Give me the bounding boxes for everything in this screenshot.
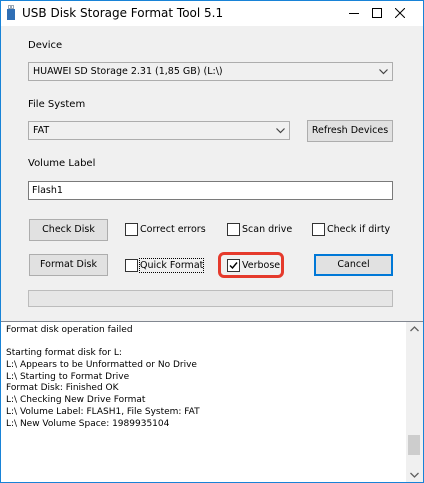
refresh-devices-button[interactable]: Refresh Devices <box>307 120 393 142</box>
log-line: L:\ Volume Label: FLASH1, File System: F… <box>6 406 200 417</box>
chevron-down-icon <box>379 69 388 75</box>
checkbox-box <box>312 223 325 236</box>
volume-label-value: Flash1 <box>32 185 63 196</box>
file-system-select[interactable]: FAT <box>28 121 290 140</box>
window-title: USB Disk Storage Format Tool 5.1 <box>22 6 224 20</box>
scrollbar-thumb[interactable] <box>408 435 420 455</box>
cancel-button[interactable]: Cancel <box>314 254 393 276</box>
close-button[interactable] <box>377 1 423 26</box>
correct-errors-checkbox[interactable]: Correct errors <box>125 223 207 237</box>
log-line: L:\ New Volume Space: 1989935104 <box>6 418 170 429</box>
correct-errors-label: Correct errors <box>140 224 206 235</box>
log-output[interactable]: Format disk operation failed Starting for… <box>1 321 423 482</box>
check-if-dirty-label: Check if dirty <box>327 224 391 235</box>
progress-bar <box>28 290 393 307</box>
scan-drive-label: Scan drive <box>242 224 293 235</box>
log-line: L:\ Appears to be Unformatted or No Driv… <box>6 360 197 371</box>
scan-drive-checkbox[interactable]: Scan drive <box>227 223 293 237</box>
device-select-value: HUAWEI SD Storage 2.31 (1,85 GB) (L:\) <box>33 66 223 77</box>
quick-format-label: Quick Format <box>138 258 205 273</box>
app-window: USB Disk Storage Format Tool 5.1 Device … <box>0 0 424 483</box>
check-if-dirty-checkbox[interactable]: Check if dirty <box>312 223 391 237</box>
log-line: Format disk operation failed <box>6 325 133 335</box>
title-bar[interactable]: USB Disk Storage Format Tool 5.1 <box>1 1 423 26</box>
log-line: Format Disk: Finished OK <box>6 383 119 394</box>
close-icon <box>395 8 405 18</box>
checkbox-box <box>125 259 138 272</box>
verbose-highlight <box>218 252 284 278</box>
file-system-select-value: FAT <box>33 125 50 136</box>
log-line: Starting format disk for L: <box>6 348 122 359</box>
format-disk-button[interactable]: Format Disk <box>29 254 108 276</box>
log-scrollbar[interactable] <box>406 322 423 482</box>
check-disk-button[interactable]: Check Disk <box>29 219 108 241</box>
checkbox-box <box>227 223 240 236</box>
scroll-down-icon[interactable] <box>406 468 423 482</box>
volume-label-label: Volume Label <box>28 158 96 169</box>
usb-drive-icon <box>7 5 15 20</box>
quick-format-checkbox[interactable]: Quick Format <box>125 258 205 273</box>
file-system-label: File System <box>28 99 86 110</box>
chevron-down-icon <box>276 128 285 134</box>
log-lines: Format disk operation failed Starting for… <box>6 325 200 430</box>
volume-label-input[interactable]: Flash1 <box>28 181 393 200</box>
scroll-up-icon[interactable] <box>406 322 423 336</box>
device-select[interactable]: HUAWEI SD Storage 2.31 (1,85 GB) (L:\) <box>28 62 393 81</box>
device-label: Device <box>28 40 63 51</box>
checkbox-box <box>125 223 138 236</box>
log-line: L:\ Starting to Format Drive <box>6 371 130 382</box>
log-line: L:\ Checking New Drive Format <box>6 395 146 406</box>
